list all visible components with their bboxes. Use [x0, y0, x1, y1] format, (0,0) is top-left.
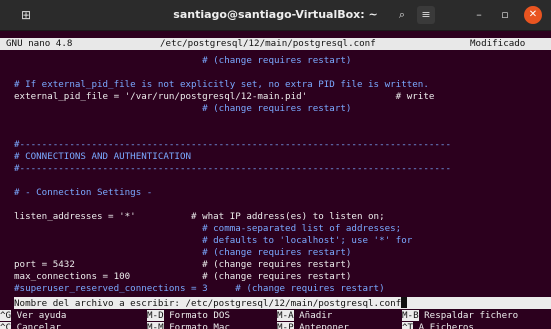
buffer-line: max_connections = 100 # (change requires…: [14, 271, 352, 282]
shortcut-item[interactable]: M-P Anteponer: [277, 322, 349, 329]
buffer-line: #superuser_reserved_connections = 3 # (c…: [14, 283, 385, 294]
shortcut-label: Anteponer: [293, 322, 349, 329]
buffer-line: listen_addresses = '*' # what IP address…: [14, 211, 385, 222]
shortcut-key: M-M: [147, 322, 164, 329]
buffer-line: # - Connection Settings -: [14, 187, 153, 198]
file-path: /etc/postgresql/12/main/postgresql.conf: [160, 38, 376, 49]
buffer-line: # (change requires restart): [14, 247, 352, 258]
shortcut-item[interactable]: M-M Formato Mac: [147, 322, 230, 329]
shortcut-key: M-D: [147, 310, 164, 321]
shortcut-label: Formato Mac: [163, 322, 230, 329]
shortcut-label: Cancelar: [11, 322, 61, 329]
terminal-area[interactable]: GNU nano 4.8 /etc/postgresql/12/main/pos…: [0, 34, 551, 329]
shortcut-key: ^T: [402, 322, 414, 329]
shortcut-key: M-B: [402, 310, 419, 321]
buffer-line: # defaults to 'localhost'; use '*' for: [14, 235, 413, 246]
shortcut-label: Respaldar fichero: [418, 310, 519, 321]
shortcut-item[interactable]: ^T A Ficheros: [402, 322, 474, 329]
shortcut-item[interactable]: ^G Ver ayuda: [0, 310, 66, 322]
shortcut-item[interactable]: M-A Añadir: [277, 310, 332, 322]
minimize-icon[interactable]: –: [470, 6, 488, 24]
save-filename-prompt[interactable]: Nombre del archivo a escribir: /etc/post…: [14, 297, 551, 309]
buffer-line: # If external_pid_file is not explicitly…: [14, 79, 429, 90]
shortcut-item[interactable]: M-D Formato DOS: [147, 310, 230, 322]
window-title: santiago@santiago-VirtualBox: ~: [173, 8, 378, 21]
buffer-line: port = 5432 # (change requires restart): [14, 259, 352, 270]
modified-status: Modificado: [470, 38, 526, 49]
filename-input[interactable]: /etc/postgresql/12/main/postgresql.conf: [185, 298, 401, 309]
buffer-line: #---------------------------------------…: [14, 139, 451, 150]
shortcut-key: M-A: [277, 310, 294, 321]
shortcut-item[interactable]: ^C Cancelar: [0, 322, 61, 329]
terminal-window: ⊞ santiago@santiago-VirtualBox: ~ ⌕ ≡ – …: [0, 0, 551, 329]
nano-version: GNU nano 4.8: [6, 38, 73, 49]
buffer-line: # comma-separated list of addresses;: [14, 223, 402, 234]
text-cursor: [401, 297, 408, 308]
buffer-line: external_pid_file = '/var/run/postgresql…: [14, 91, 435, 102]
shortcut-label: Ver ayuda: [11, 310, 67, 321]
search-icon[interactable]: ⌕: [393, 6, 411, 24]
maximize-icon[interactable]: ▫: [496, 6, 514, 24]
nano-header: GNU nano 4.8 /etc/postgresql/12/main/pos…: [0, 38, 551, 50]
buffer-line: # (change requires restart): [14, 103, 352, 114]
shortcut-label: Formato DOS: [163, 310, 230, 321]
title-bar: ⊞ santiago@santiago-VirtualBox: ~ ⌕ ≡ – …: [0, 0, 551, 31]
prompt-label: Nombre del archivo a escribir:: [14, 298, 186, 309]
shortcut-item[interactable]: M-B Respaldar fichero: [402, 310, 518, 322]
close-icon[interactable]: ✕: [524, 6, 542, 24]
shortcut-label: Añadir: [293, 310, 333, 321]
shortcut-key: ^G: [0, 310, 12, 321]
buffer-line: # CONNECTIONS AND AUTHENTICATION: [14, 151, 192, 162]
buffer-line: # (change requires restart): [14, 55, 352, 66]
shortcut-bar: ^G Ver ayuda M-D Formato DOS M-A Añadir M-B…: [0, 310, 551, 329]
shortcut-key: ^C: [0, 322, 12, 329]
shortcut-key: M-P: [277, 322, 294, 329]
buffer-line: #---------------------------------------…: [14, 163, 451, 174]
hamburger-menu-icon[interactable]: ≡: [417, 6, 435, 24]
shortcut-label: A Ficheros: [413, 322, 474, 329]
